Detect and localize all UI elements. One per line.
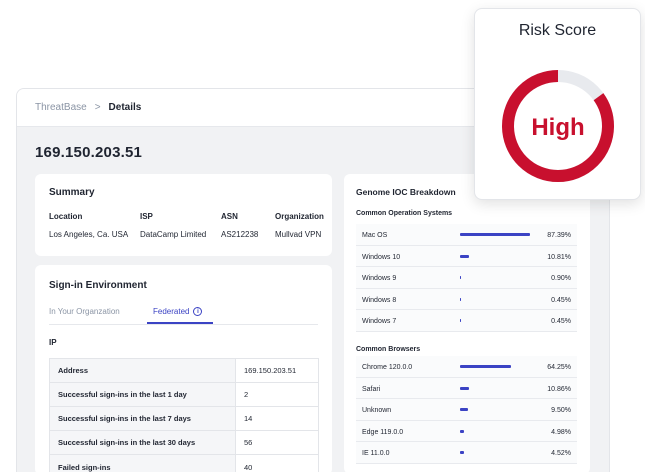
ip-row-key: Successful sign-ins in the last 1 day: [50, 383, 236, 406]
browser-list: Chrome 120.0.0 64.25% Safari 10.86% Unkn…: [356, 356, 577, 464]
page-title: 169.150.203.51: [35, 144, 143, 161]
risk-score-title: Risk Score: [518, 22, 597, 39]
summary-isp-value: DataCamp Limited: [140, 230, 207, 239]
ip-row-key: Successful sign-ins in the last 30 days: [50, 431, 236, 454]
summary-location-value: Los Angeles, Ca. USA: [49, 230, 129, 239]
list-item: IE 11.0.0 4.52%: [356, 442, 577, 464]
browser-bar: [460, 429, 464, 433]
risk-gauge: High: [502, 70, 614, 182]
os-percent: 0.90%: [551, 275, 571, 282]
browser-name: Safari: [362, 385, 381, 393]
info-icon[interactable]: i: [193, 307, 203, 316]
os-percent: 0.45%: [551, 296, 571, 304]
ip-row-key: Address: [50, 359, 236, 382]
os-percent: 0.45%: [551, 318, 571, 325]
os-section-heading: Common Operation Systems: [356, 210, 453, 217]
summary-card: Summary Location Los Angeles, Ca. USA IS…: [35, 174, 332, 256]
browser-bar: [460, 365, 511, 368]
browser-percent: 64.25%: [547, 364, 571, 371]
list-item: Windows 10 10.81%: [356, 246, 577, 267]
summary-organization-value: Mullvad VPN: [275, 230, 322, 239]
risk-level-label: High: [531, 114, 584, 141]
ip-row-value: 2: [244, 390, 249, 399]
os-bar: [460, 276, 461, 279]
ip-table: Address 169.150.203.51 Successful sign-i…: [49, 358, 319, 472]
os-name: Windows 8: [362, 296, 397, 304]
screenshot-stage: ThreatBase > Details 169.150.203.51 Summ…: [0, 0, 645, 472]
tab-federated[interactable]: Federated i: [153, 307, 203, 316]
os-bar: [460, 254, 469, 258]
list-item: Safari 10.86%: [356, 378, 577, 399]
os-percent: 87.39%: [547, 232, 571, 239]
os-percent: 10.81%: [547, 253, 571, 261]
table-row: Address 169.150.203.51: [50, 359, 318, 383]
list-item: Chrome 120.0.0 64.25%: [356, 356, 577, 378]
summary-asn-header: ASN: [221, 212, 238, 221]
tab-divider: [49, 324, 318, 325]
os-bar: [460, 233, 530, 236]
summary-organization-header: Organization: [275, 212, 324, 221]
os-bar: [460, 319, 461, 322]
os-name: Windows 9: [362, 275, 397, 282]
ip-row-value: 14: [244, 414, 253, 423]
genome-ioc-title: Genome IOC Breakdown: [356, 187, 456, 197]
summary-asn: ASN AS212238: [221, 212, 258, 239]
ip-row-value: 56: [244, 438, 253, 447]
ip-row-key: Failed sign-ins: [50, 455, 236, 472]
summary-isp: ISP DataCamp Limited: [140, 212, 206, 239]
list-item: Mac OS 87.39%: [356, 224, 577, 246]
browser-percent: 4.98%: [551, 428, 571, 436]
os-bar: [460, 297, 461, 301]
browser-percent: 9.50%: [551, 407, 571, 414]
browser-name: Unknown: [362, 407, 392, 414]
breadcrumb: ThreatBase > Details: [35, 102, 141, 113]
ip-row-value: 169.150.203.51: [244, 366, 297, 375]
tab-federated-label: Federated: [153, 307, 190, 316]
browser-section-heading: Common Browsers: [356, 346, 421, 353]
list-item: Windows 8 0.45%: [356, 289, 577, 310]
os-name: Windows 7: [362, 318, 397, 325]
signin-environment-title: Sign-in Environment: [49, 280, 147, 291]
summary-location: Location Los Angeles, Ca. USA: [49, 212, 128, 239]
table-row: Successful sign-ins in the last 1 day 2: [50, 383, 318, 407]
os-list: Mac OS 87.39% Windows 10 10.81% Windows …: [356, 224, 577, 332]
tab-in-your-organization[interactable]: In Your Organzation: [49, 307, 120, 316]
list-item: Windows 9 0.90%: [356, 267, 577, 289]
breadcrumb-separator: >: [94, 102, 101, 113]
signin-environment-card: Sign-in Environment In Your Organzation …: [35, 265, 332, 472]
table-row: Successful sign-ins in the last 30 days …: [50, 431, 318, 455]
genome-ioc-card: Genome IOC Breakdown Common Operation Sy…: [344, 174, 590, 472]
list-item: Unknown 9.50%: [356, 399, 577, 421]
summary-isp-header: ISP: [140, 212, 153, 221]
os-name: Mac OS: [362, 232, 388, 239]
risk-score-card: Risk Score High: [474, 8, 641, 200]
breadcrumb-root-link[interactable]: ThreatBase: [35, 102, 87, 113]
table-row: Failed sign-ins 40: [50, 455, 318, 472]
table-row: Successful sign-ins in the last 7 days 1…: [50, 407, 318, 431]
ip-row-key: Successful sign-ins in the last 7 days: [50, 407, 236, 430]
browser-percent: 10.86%: [547, 385, 571, 393]
browser-bar: [460, 386, 469, 390]
breadcrumb-current: Details: [108, 102, 142, 113]
ip-section-label: IP: [49, 338, 57, 347]
list-item: Edge 119.0.0 4.98%: [356, 421, 577, 442]
browser-name: IE 11.0.0: [362, 450, 390, 457]
browser-name: Chrome 120.0.0: [362, 364, 413, 371]
summary-title: Summary: [49, 187, 95, 198]
list-item: Windows 7 0.45%: [356, 310, 577, 332]
browser-bar: [460, 451, 464, 454]
summary-asn-value: AS212238: [221, 230, 259, 239]
browser-name: Edge 119.0.0: [362, 428, 404, 436]
summary-organization: Organization Mullvad VPN: [275, 212, 324, 239]
browser-bar: [460, 408, 468, 411]
ip-row-value: 40: [244, 462, 253, 472]
browser-percent: 4.52%: [551, 450, 571, 457]
summary-location-header: Location: [49, 212, 83, 221]
os-name: Windows 10: [362, 253, 401, 261]
